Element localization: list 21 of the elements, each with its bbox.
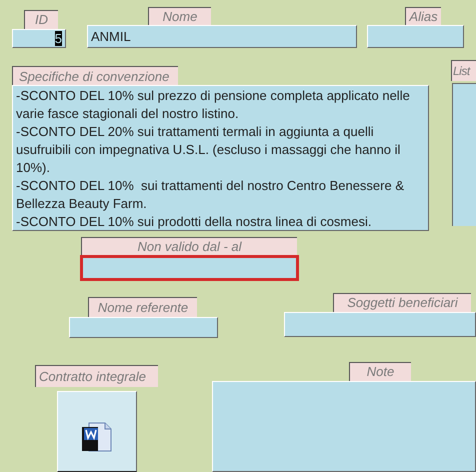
- word-document-icon: [81, 421, 113, 453]
- text-area[interactable]: [12, 85, 429, 231]
- input-field[interactable]: 5: [12, 29, 66, 48]
- field-label: Specifiche di convenzione: [12, 66, 178, 86]
- field-label: Soggetti beneficiari: [333, 293, 471, 312]
- field-label: ID: [24, 10, 58, 29]
- field-label: Alias: [405, 7, 441, 26]
- list-box[interactable]: [452, 83, 476, 226]
- text-line: -SCONTO DEL 10% sui trattamenti del nostro Centro Benessere & Bellezza Beauty Farm.: [16, 177, 406, 213]
- field-label: Note: [349, 362, 411, 381]
- input-field[interactable]: ANMIL: [87, 25, 357, 48]
- field-label: Nome referente: [88, 297, 197, 317]
- input-field[interactable]: [80, 255, 299, 281]
- field-label: Nome: [148, 7, 211, 26]
- text-line: -SCONTO DEL 20% sui trattamenti termali in aggiunta a quelli usufruibili con impegnativa U.S.L. (escluso i massaggi che hanno il 10%).: [16, 123, 402, 177]
- text-line: -SCONTO DEL 10% sul prezzo di pensione completa applicato nelle varie fasce stagionali del nostro listino.: [16, 87, 411, 123]
- text-line: -SCONTO DEL 10% sui prodotti della nostra linea di cosmesi.: [16, 213, 372, 231]
- field-label: Contratto integrale: [35, 365, 158, 387]
- field-label: Non valido dal - al: [81, 237, 297, 256]
- attachment-field[interactable]: [57, 391, 137, 472]
- field-label: List: [451, 60, 476, 81]
